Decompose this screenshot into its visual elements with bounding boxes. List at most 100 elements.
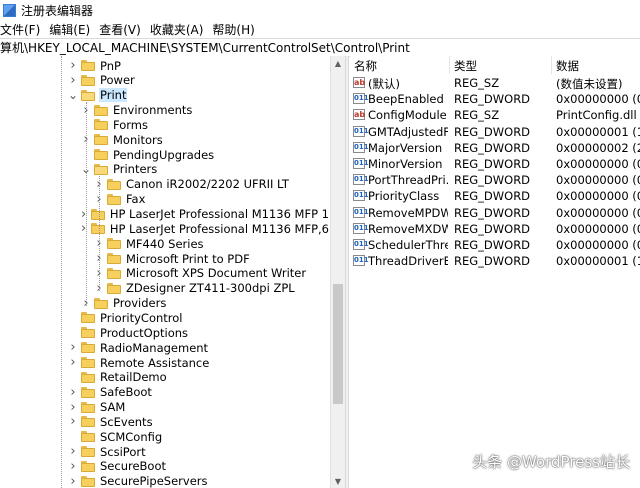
chevron-right-icon[interactable]: ›	[68, 414, 78, 429]
value-row[interactable]: 011 MajorVersion REG_DWORD 0x00000002 (2)	[350, 140, 640, 156]
tree-item[interactable]: › Power	[0, 73, 330, 88]
tree-scrollbar[interactable]: ▲ ▼	[330, 56, 345, 488]
value-type-cell: REG_SZ	[454, 76, 500, 90]
value-row[interactable]: 011 PriorityClass REG_DWORD 0x00000000 (0)	[350, 188, 640, 204]
tree-item-label: Power	[100, 73, 135, 88]
tree-item-label: Canon iR2002/2202 UFRII LT	[126, 177, 289, 192]
folder-icon	[107, 238, 121, 250]
value-name-cell: SchedulerThre...	[368, 238, 448, 252]
tree-item[interactable]: › Environments	[0, 103, 330, 118]
registry-key-tree[interactable]: › PnP › Power ⌄ Print › Environments Forms › Monit…	[0, 56, 330, 488]
chevron-right-icon[interactable]: ›	[68, 400, 78, 415]
column-divider[interactable]	[551, 56, 552, 74]
chevron-right-icon[interactable]: ›	[68, 385, 78, 400]
tree-item[interactable]: › ScEvents	[0, 414, 330, 429]
value-row[interactable]: 011 PortThreadPri... REG_DWORD 0x00000000 (…	[350, 172, 640, 188]
tree-item[interactable]: ⌄ Print	[0, 88, 330, 103]
values-list[interactable]: 名称 类型 数据 ab (默认) REG_SZ (数值未设置) 011 BeepEnabl…	[350, 56, 640, 488]
folder-icon	[81, 357, 95, 368]
column-divider[interactable]	[449, 56, 450, 74]
folder-icon	[81, 327, 95, 339]
folder-icon	[81, 460, 95, 472]
tree-item-label: MF440 Series	[126, 236, 204, 251]
tree-item[interactable]: › HP LaserJet Professional M1136 MFP 1	[0, 207, 330, 222]
value-type-cell: REG_DWORD	[454, 254, 531, 269]
value-row[interactable]: ab ConfigModule REG_SZ PrintConfig.dll	[350, 107, 640, 123]
tree-item[interactable]: › Providers	[0, 296, 330, 311]
tree-item[interactable]: PendingUpgrades	[0, 147, 330, 162]
value-row[interactable]: 011SchedulerThre... REG_DWORD 0x00000000 (…	[350, 237, 640, 253]
menu-file[interactable]: 文件(F)	[0, 21, 46, 38]
scroll-down-icon[interactable]: ▼	[331, 474, 345, 488]
tree-item[interactable]: ProductOptions	[0, 325, 330, 340]
tree-item-label: Microsoft Print to PDF	[126, 251, 250, 266]
menu-view[interactable]: 查看(V)	[99, 21, 147, 38]
value-row[interactable]: 011ThreadDriverEx... REG_DWORD 0x00000001 …	[350, 253, 640, 269]
tree-item-label: HP LaserJet Professional M1136 MFP 1	[109, 207, 329, 221]
tree-item[interactable]: › Canon iR2002/2202 UFRII LT	[0, 177, 330, 192]
tree-item[interactable]: › Microsoft XPS Document Writer	[0, 266, 330, 281]
folder-icon	[81, 446, 95, 458]
folder-icon	[107, 253, 121, 265]
chevron-right-icon[interactable]: ›	[68, 459, 78, 474]
folder-icon	[107, 178, 121, 190]
tree-item[interactable]: ⌄ Printers	[0, 162, 330, 177]
chevron-right-icon[interactable]: ›	[68, 474, 78, 488]
address-bar[interactable]: 计算机\HKEY_LOCAL_MACHINE\SYSTEM\CurrentCon…	[0, 38, 640, 57]
menu-edit[interactable]: 编辑(E)	[49, 21, 96, 38]
binary-value-icon: 011	[353, 206, 369, 218]
tree-item[interactable]: › MF440 Series	[0, 236, 330, 251]
column-name-header[interactable]: 名称	[354, 58, 377, 74]
value-data-cell: 0x00000001 (1)	[556, 124, 640, 139]
chevron-right-icon[interactable]: ›	[68, 355, 78, 370]
tree-item[interactable]: › HP LaserJet Professional M1136 MFP,6	[0, 221, 330, 236]
tree-item[interactable]: › SecureBoot	[0, 459, 330, 474]
column-type-header[interactable]: 类型	[454, 58, 477, 74]
tree-item[interactable]: › ZDesigner ZT411-300dpi ZPL	[0, 281, 330, 296]
tree-item[interactable]: SCMConfig	[0, 429, 330, 444]
tree-item[interactable]: PriorityControl	[0, 310, 330, 325]
value-data-cell: 0x00000001 (1)	[556, 254, 640, 269]
tree-guide-line	[99, 176, 100, 291]
tree-item-label: SAM	[100, 400, 126, 415]
tree-item[interactable]: › Fax	[0, 192, 330, 207]
tree-item[interactable]: › SecurePipeServers	[0, 474, 330, 488]
binary-value-icon: 011	[353, 93, 369, 105]
value-row[interactable]: 011 MinorVersion REG_DWORD 0x00000000 (0)	[350, 156, 640, 172]
chevron-right-icon[interactable]: ›	[68, 73, 78, 88]
tree-item-label: ScsiPort	[100, 444, 146, 459]
tree-item[interactable]: Forms	[0, 117, 330, 132]
menu-favorites[interactable]: 收藏夹(A)	[150, 21, 210, 38]
binary-value-icon: 011	[353, 255, 369, 267]
tree-item[interactable]: RetailDemo	[0, 370, 330, 385]
tree-item[interactable]: › Microsoft Print to PDF	[0, 251, 330, 266]
tree-item[interactable]: › SAM	[0, 400, 330, 415]
scroll-up-icon[interactable]: ▲	[331, 56, 345, 70]
scroll-thumb[interactable]	[333, 284, 343, 404]
value-name-cell: MinorVersion	[368, 157, 443, 171]
tree-item[interactable]: › Monitors	[0, 132, 330, 147]
value-row[interactable]: 011 RemoveMXDW REG_DWORD 0x00000000 (0)	[350, 221, 640, 237]
column-data-header[interactable]: 数据	[556, 58, 579, 74]
tree-item[interactable]: › RadioManagement	[0, 340, 330, 355]
folder-icon	[81, 401, 95, 413]
chevron-down-icon[interactable]: ⌄	[68, 88, 78, 103]
chevron-right-icon[interactable]: ›	[68, 58, 78, 73]
tree-item[interactable]: › ScsiPort	[0, 444, 330, 459]
folder-icon	[81, 475, 95, 487]
tree-item[interactable]: › PnP	[0, 58, 330, 73]
tree-item[interactable]: › Remote Assistance	[0, 355, 330, 370]
tree-item-label: Printers	[113, 162, 158, 177]
menu-help[interactable]: 帮助(H)	[212, 21, 260, 38]
value-row[interactable]: 011GMTAdjustedF... REG_DWORD 0x00000001 (1…	[350, 124, 640, 140]
chevron-right-icon[interactable]: ›	[68, 444, 78, 459]
value-row[interactable]: ab (默认) REG_SZ (数值未设置)	[350, 75, 640, 91]
value-row[interactable]: 011 RemoveMPDW REG_DWORD 0x00000000 (0)	[350, 205, 640, 221]
pane-splitter[interactable]	[345, 56, 349, 488]
tree-item-label: Print	[99, 88, 128, 103]
list-header: 名称 类型 数据	[350, 56, 640, 74]
value-row[interactable]: 011 BeepEnabled REG_DWORD 0x00000000 (0)	[350, 91, 640, 107]
value-data-cell: 0x00000000 (0)	[556, 173, 640, 188]
chevron-right-icon[interactable]: ›	[68, 340, 78, 355]
tree-item[interactable]: › SafeBoot	[0, 385, 330, 400]
